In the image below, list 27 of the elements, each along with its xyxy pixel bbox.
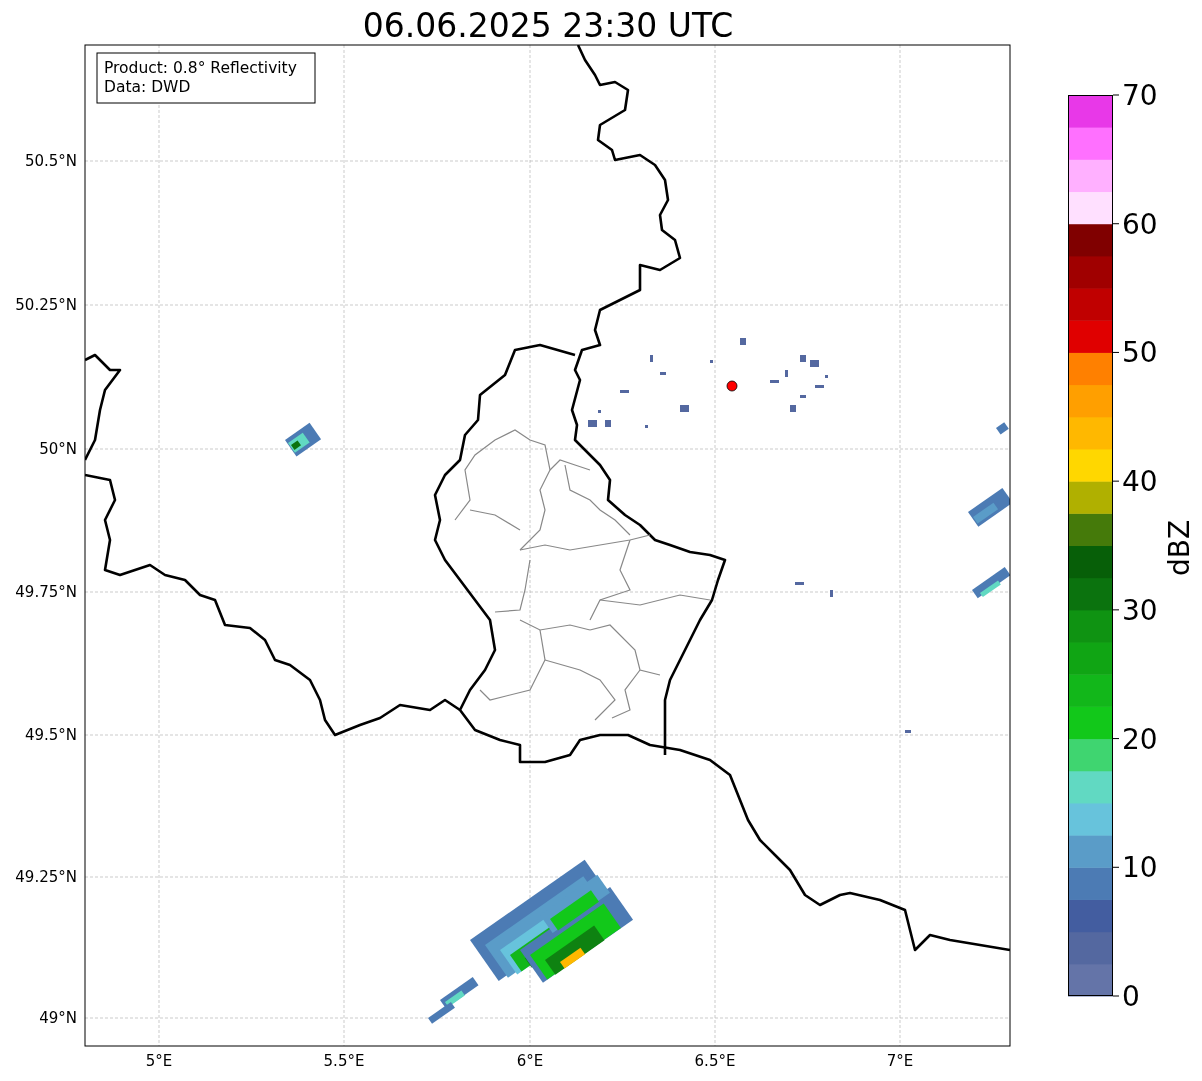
colorbar-tick-label: 30 — [1122, 593, 1158, 627]
axis-tick-label: 49.75°N — [15, 583, 77, 601]
axis-tick-label: 50°N — [39, 440, 77, 458]
axis-tick-label: 49.5°N — [24, 726, 77, 744]
axis-tick-label: 50.5°N — [24, 152, 77, 170]
axis-tick-label: 6°E — [516, 1052, 544, 1070]
colorbar-tick-label: 10 — [1122, 851, 1158, 885]
axis-tick-label: 7°E — [886, 1052, 914, 1070]
boundary-line — [494, 559, 531, 613]
colorbar-tick-label: 20 — [1122, 722, 1158, 756]
colorbar-tick-label: 40 — [1122, 465, 1158, 499]
info-text: Data: DWD — [104, 78, 191, 96]
axis-tick-label: 50.25°N — [15, 296, 77, 314]
axis-tick-label: 5°E — [145, 1052, 173, 1070]
colorbar-tick-label: 50 — [1122, 336, 1158, 370]
radar-site-marker — [726, 380, 738, 392]
axis-tick-label: 6.5°E — [694, 1052, 736, 1070]
colorbar-tick-label: 0 — [1122, 980, 1140, 1013]
colorbar-tick-label: 60 — [1122, 207, 1158, 241]
plot-title: 06.06.2025 23:30 UTC — [362, 6, 734, 45]
radar-echo-drawing — [996, 422, 1009, 435]
axis-tick-label: 5.5°E — [323, 1052, 365, 1070]
colorbar-label: dBZ — [1163, 519, 1196, 577]
colorbar-tick-label: 70 — [1122, 79, 1158, 112]
axis-tick-label: 49.25°N — [15, 868, 77, 886]
info-text: Product: 0.8° Reflectivity — [104, 59, 297, 77]
axis-tick-label: 49°N — [39, 1009, 77, 1027]
